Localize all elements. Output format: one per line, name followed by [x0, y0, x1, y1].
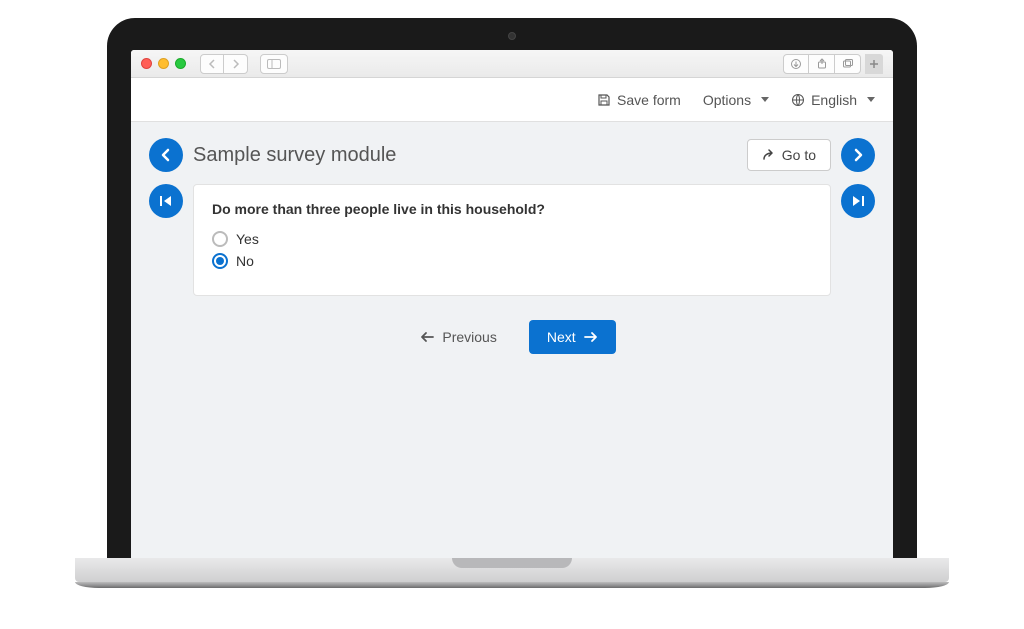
app-toolbar: Save form Options English: [131, 78, 893, 122]
save-icon: [597, 93, 611, 107]
close-window-icon[interactable]: [141, 58, 152, 69]
minimize-window-icon[interactable]: [158, 58, 169, 69]
first-question-button[interactable]: [149, 184, 183, 218]
previous-label: Previous: [442, 329, 496, 345]
body-row: Do more than three people live in this h…: [139, 184, 885, 296]
screen: Save form Options English: [131, 50, 893, 558]
sidebar-toggle-icon[interactable]: [260, 54, 288, 74]
language-dropdown[interactable]: English: [791, 92, 875, 108]
radio-label: No: [236, 253, 254, 269]
options-dropdown[interactable]: Options: [703, 92, 769, 108]
content-area: Sample survey module Go to: [131, 122, 893, 558]
arrow-right-icon: [584, 331, 598, 343]
camera-dot: [508, 32, 516, 40]
goto-button[interactable]: Go to: [747, 139, 831, 171]
goto-arrow-icon: [762, 149, 776, 161]
next-label: Next: [547, 329, 576, 345]
save-form-button[interactable]: Save form: [597, 92, 681, 108]
share-icon[interactable]: [809, 54, 835, 74]
browser-chrome: [131, 50, 893, 78]
radio-label: Yes: [236, 231, 259, 247]
save-form-label: Save form: [617, 92, 681, 108]
new-tab-icon[interactable]: [865, 54, 883, 74]
radio-option-yes[interactable]: Yes: [212, 231, 812, 247]
globe-icon: [791, 93, 805, 107]
page-title: Sample survey module: [193, 144, 737, 167]
laptop-base: [75, 558, 950, 582]
last-question-button[interactable]: [841, 184, 875, 218]
question-text: Do more than three people live in this h…: [212, 201, 812, 217]
chevron-right-icon: [851, 148, 865, 162]
goto-label: Go to: [782, 147, 816, 163]
previous-button[interactable]: Previous: [408, 321, 508, 353]
arrow-left-icon: [420, 331, 434, 343]
laptop-foot: [75, 582, 950, 588]
skip-forward-icon: [851, 195, 865, 207]
language-label: English: [811, 92, 857, 108]
laptop-mockup: Save form Options English: [107, 18, 917, 588]
forward-button[interactable]: [224, 54, 248, 74]
back-button[interactable]: [200, 54, 224, 74]
next-section-button[interactable]: [841, 138, 875, 172]
browser-right-buttons: [783, 54, 883, 74]
chevron-left-icon: [159, 148, 173, 162]
prev-section-button[interactable]: [149, 138, 183, 172]
next-button[interactable]: Next: [529, 320, 616, 354]
history-nav: [200, 54, 248, 74]
radio-option-no[interactable]: No: [212, 253, 812, 269]
downloads-icon[interactable]: [783, 54, 809, 74]
radio-icon: [212, 253, 228, 269]
laptop-bezel: Save form Options English: [107, 18, 917, 558]
tabs-icon[interactable]: [835, 54, 861, 74]
options-label: Options: [703, 92, 751, 108]
skip-back-icon: [159, 195, 173, 207]
maximize-window-icon[interactable]: [175, 58, 186, 69]
footer-nav: Previous Next: [139, 320, 885, 354]
traffic-lights: [141, 58, 186, 69]
question-card: Do more than three people live in this h…: [193, 184, 831, 296]
header-row: Sample survey module Go to: [139, 138, 885, 184]
radio-icon: [212, 231, 228, 247]
